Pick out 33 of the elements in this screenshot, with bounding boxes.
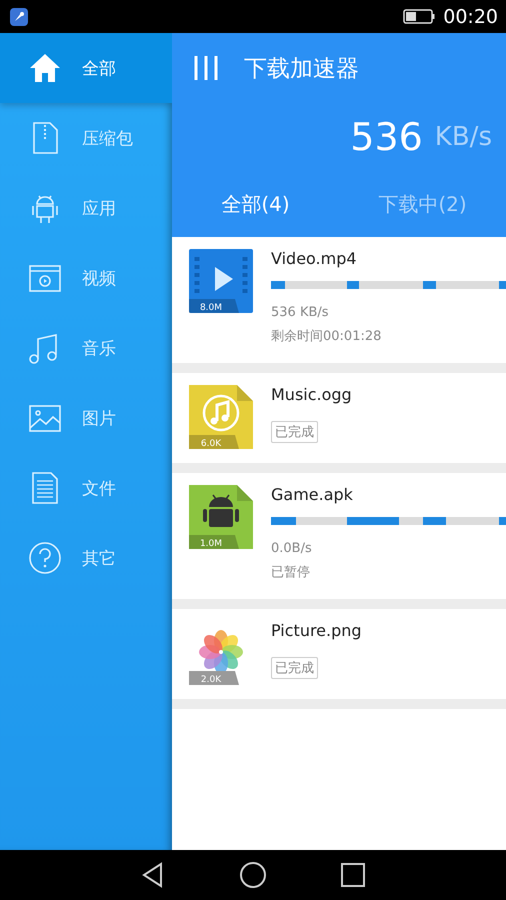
completed-tag: 已完成 — [271, 657, 318, 679]
sidebar-item[interactable]: 全部 — [0, 33, 172, 103]
file-name: Game.apk — [271, 485, 354, 506]
file-name: Music.ogg — [271, 385, 353, 406]
battery-icon — [403, 9, 436, 24]
sidebar-item[interactable]: 视频 — [0, 243, 172, 313]
sidebar-item[interactable]: 图片 — [0, 383, 172, 453]
sidebar-item[interactable]: 其它 — [0, 523, 172, 593]
question-icon — [28, 541, 62, 575]
download-speed: 0.0B/s — [271, 540, 313, 558]
house-icon — [28, 51, 62, 85]
tab[interactable]: 下载中(2) — [339, 171, 506, 237]
speed-value: 536 — [350, 115, 423, 159]
robot-file-icon: 1.0M — [189, 485, 253, 549]
file-name: Video.mp4 — [271, 249, 358, 270]
clock-time: 00:20 — [443, 6, 498, 28]
video-file-icon: 8.0M — [189, 249, 253, 313]
status-text: 剩余时间00:01:28 — [271, 328, 382, 346]
speed-unit: KB/s — [434, 122, 492, 152]
tab[interactable]: 全部(4) — [172, 171, 339, 237]
sidebar-item[interactable]: 压缩包 — [0, 103, 172, 173]
music-file-icon: 6.0K — [189, 385, 253, 449]
sidebar-item[interactable]: 文件 — [0, 453, 172, 523]
sidebar-item[interactable]: 应用 — [0, 173, 172, 243]
download-speed: 536 KB/s — [271, 304, 330, 322]
app-icon — [9, 6, 29, 26]
completed-tag: 已完成 — [271, 421, 318, 443]
recents-icon[interactable] — [339, 861, 367, 889]
app-title: 下载加速器 — [244, 54, 359, 84]
home-icon[interactable] — [239, 861, 267, 889]
file-name: Picture.png — [271, 621, 363, 642]
status-text: 已暂停 — [271, 564, 311, 582]
sidebar-item[interactable]: 音乐 — [0, 313, 172, 383]
